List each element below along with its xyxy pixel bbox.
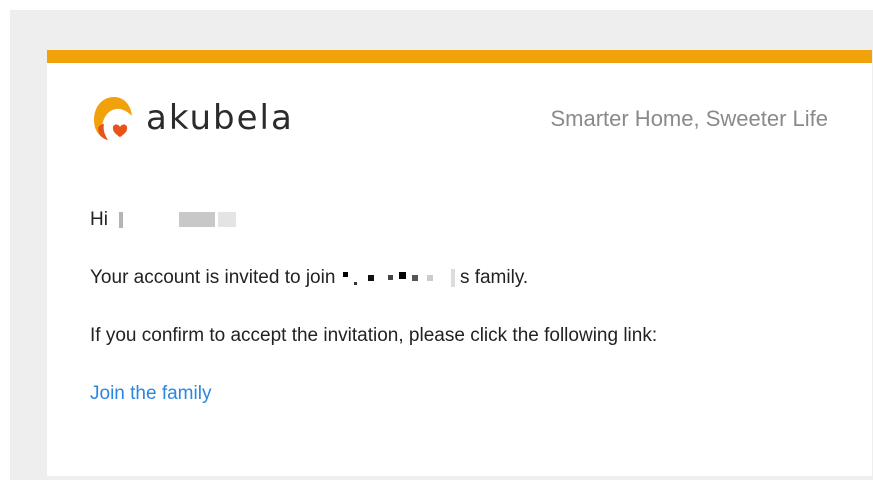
brand-logo: akubela (90, 94, 294, 142)
confirm-line: If you confirm to accept the invitation,… (90, 325, 658, 346)
akubela-logo-icon (94, 97, 132, 140)
redacted-family-name-2 (353, 282, 357, 285)
invite-line: Your account is invited to join s family… (90, 267, 528, 289)
email-background: akubela Smarter Home, Sweeter Life Hi Yo… (10, 10, 873, 480)
redacted-family-name-4 (387, 275, 393, 281)
redacted-family-name-6 (412, 274, 419, 281)
redacted-family-name (342, 272, 348, 277)
greeting-line: Hi (90, 209, 236, 231)
invite-suffix: s family. (459, 267, 529, 288)
brand-tagline: Smarter Home, Sweeter Life (550, 106, 828, 131)
invite-prefix: Your account is invited to join (90, 267, 336, 288)
redacted-family-name-5 (398, 272, 406, 279)
redacted-family-name-7 (427, 274, 434, 281)
join-family-link[interactable]: Join the family (90, 383, 211, 405)
redacted-name-block-2 (217, 212, 236, 228)
redacted-name-block (178, 212, 215, 228)
brand-name: akubela (146, 98, 294, 138)
redacted-family-name-3 (368, 274, 375, 281)
email-card: akubela Smarter Home, Sweeter Life Hi Yo… (47, 50, 872, 476)
accent-bar (47, 50, 872, 63)
redacted-family-name-8 (450, 268, 455, 287)
greeting-prefix: Hi (90, 209, 108, 230)
redacted-name (119, 211, 124, 228)
